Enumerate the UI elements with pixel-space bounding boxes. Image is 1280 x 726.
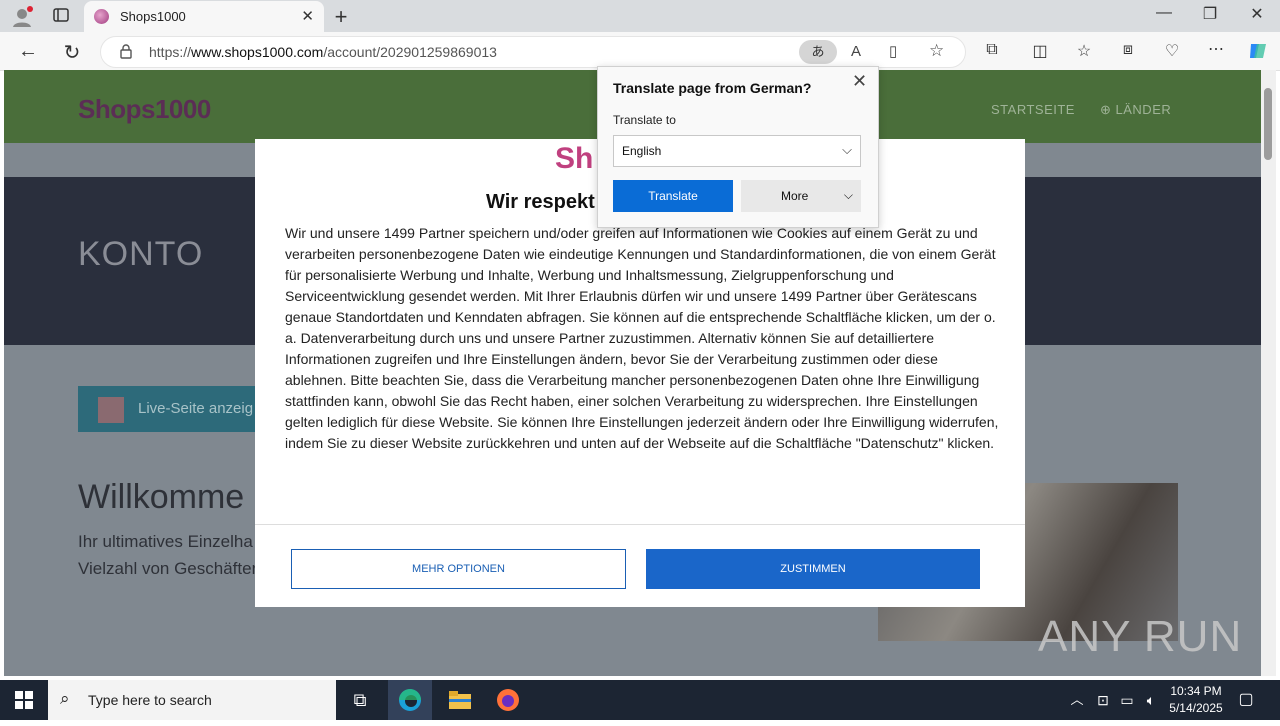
copilot-icon[interactable]	[1246, 40, 1270, 67]
network-icon[interactable]: ▭	[1114, 680, 1140, 720]
restore-icon[interactable]: ❐	[1198, 4, 1222, 24]
tray-device-icon[interactable]: ⊡	[1090, 680, 1116, 720]
translate-popup: Translate page from German? ✕ Translate …	[597, 66, 879, 228]
taskbar-search[interactable]: ⌕ Type here to search	[48, 680, 336, 720]
language-select[interactable]: English ⌵	[613, 135, 861, 167]
new-tab-icon[interactable]: +	[330, 4, 352, 30]
window-close-icon[interactable]: ✕	[1245, 4, 1269, 24]
search-icon: ⌕	[60, 689, 70, 708]
page-scrollbar[interactable]	[1261, 70, 1276, 676]
task-view-icon[interactable]: ⧉	[338, 680, 382, 720]
divider	[255, 524, 1025, 525]
immersive-reader-icon[interactable]: ▯	[889, 42, 897, 60]
site-favicon-icon	[94, 9, 109, 24]
tab-shops1000[interactable]: Shops1000 ✕	[84, 1, 324, 32]
nav-laender[interactable]: ⊕ LÄNDER	[1100, 102, 1171, 118]
welcome-text: Ihr ultimatives Einzelha Vielzahl von Ge…	[78, 532, 258, 578]
site-logo[interactable]: Shops1000	[78, 94, 211, 125]
consent-body: Wir und unsere 1499 Partner speichern un…	[285, 225, 999, 451]
agree-button[interactable]: ZUSTIMMEN	[646, 549, 980, 589]
search-placeholder: Type here to search	[88, 692, 212, 708]
selected-language: English	[622, 144, 662, 158]
clock-date: 5/14/2025	[1169, 701, 1223, 715]
tab-close-icon[interactable]: ✕	[301, 7, 314, 25]
notification-icon[interactable]: ▢	[1226, 680, 1266, 720]
more-button[interactable]: More ⌵	[741, 180, 861, 212]
minimize-icon[interactable]: —	[1152, 4, 1176, 22]
windows-start-icon[interactable]	[2, 680, 46, 720]
firefox-icon[interactable]	[486, 680, 530, 720]
split-screen-icon[interactable]: ◫	[1030, 41, 1050, 61]
consent-title: Wir respekt	[486, 191, 595, 213]
anyrun-watermark: ANY RUN	[1038, 612, 1243, 661]
translate-button[interactable]: Translate	[613, 180, 733, 212]
favorites-icon[interactable]: ☆	[1074, 41, 1094, 61]
lock-icon[interactable]	[119, 43, 133, 64]
url-text: https://www.shops1000.com/account/202901…	[149, 44, 497, 60]
tab-actions-icon[interactable]	[50, 6, 72, 29]
translate-icon[interactable]: あ	[799, 40, 837, 64]
collections-icon[interactable]: ⧈	[1118, 41, 1138, 59]
back-icon[interactable]: ←	[16, 40, 40, 63]
favorite-star-icon[interactable]: ☆	[929, 41, 944, 61]
file-explorer-icon[interactable]	[438, 680, 482, 720]
chevron-up-icon[interactable]: ︿	[1062, 680, 1092, 720]
page-title: KONTO	[78, 235, 204, 273]
welcome-heading: Willkomme	[78, 478, 245, 516]
refresh-icon[interactable]: ↻	[60, 40, 84, 65]
consent-logo: Sh	[555, 142, 594, 175]
translate-title: Translate page from German?	[613, 80, 812, 96]
live-button-label: Live-Seite anzeig	[138, 400, 254, 417]
taskbar-clock[interactable]: 10:34 PM 5/14/2025	[1160, 683, 1232, 717]
more-icon[interactable]: ⋯	[1206, 39, 1226, 59]
globe-icon: ⊕	[1100, 102, 1116, 117]
chevron-down-icon: ⌵	[843, 188, 853, 202]
browser-essentials-icon[interactable]: ♡	[1162, 41, 1182, 61]
live-thumbnail	[98, 397, 124, 423]
scrollbar-thumb[interactable]	[1264, 88, 1272, 160]
profile-icon[interactable]	[10, 6, 34, 33]
clock-time: 10:34 PM	[1170, 684, 1222, 698]
read-aloud-icon[interactable]: A	[851, 43, 861, 60]
nav-startseite[interactable]: STARTSEITE	[991, 102, 1075, 117]
close-icon[interactable]: ✕	[852, 71, 867, 92]
address-bar[interactable]: https://www.shops1000.com/account/202901…	[100, 36, 966, 68]
tab-title: Shops1000	[120, 9, 186, 24]
extensions-icon[interactable]: ⧉	[982, 41, 1002, 59]
live-page-button[interactable]: Live-Seite anzeig	[78, 386, 268, 432]
translate-to-label: Translate to	[613, 113, 676, 127]
edge-taskbar-icon[interactable]	[388, 680, 432, 720]
chevron-down-icon: ⌵	[842, 142, 852, 157]
more-options-button[interactable]: MEHR OPTIONEN	[291, 549, 626, 589]
